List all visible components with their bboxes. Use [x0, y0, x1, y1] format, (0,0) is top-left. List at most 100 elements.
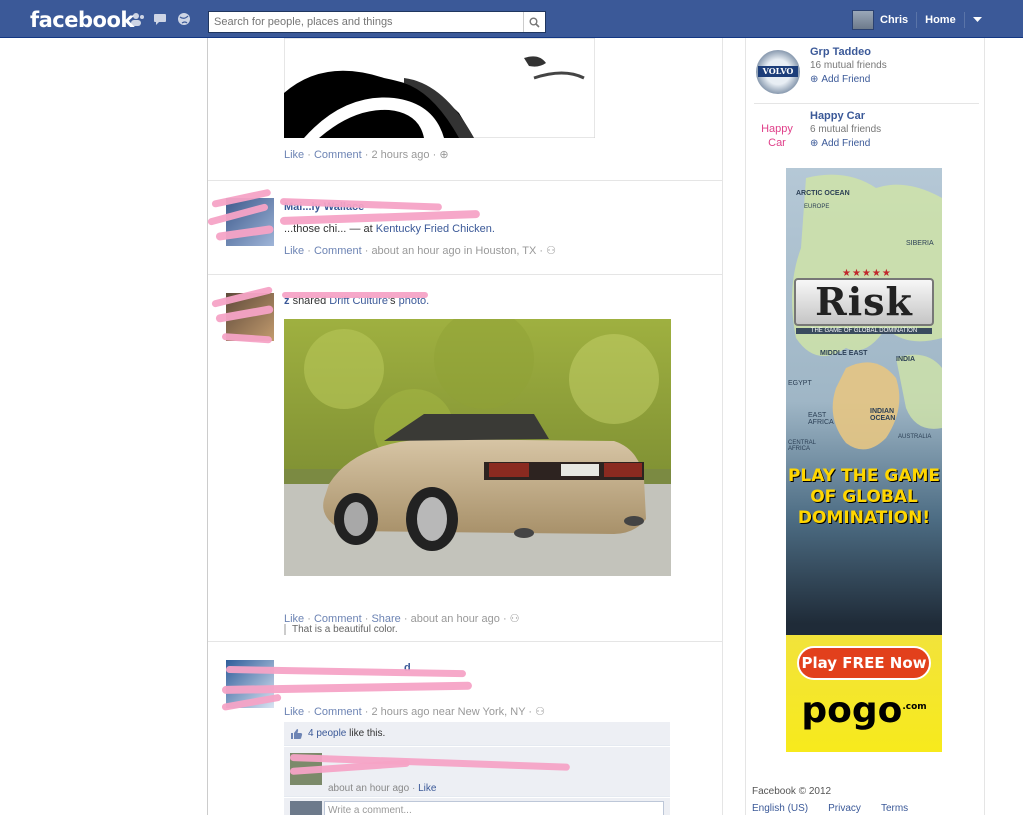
- profile-link[interactable]: Chris: [880, 14, 908, 26]
- ad-tagline: PLAY THE GAME OF GLOBAL DOMINATION!: [787, 466, 941, 528]
- account-menu-chevron-down-icon[interactable]: [972, 17, 982, 23]
- suggestion-logo[interactable]: Happy Car: [754, 114, 800, 158]
- map-label: ARCTIC OCEAN: [796, 190, 850, 197]
- add-friend-label: Add Friend: [821, 138, 871, 149]
- share-link[interactable]: Share: [371, 613, 400, 625]
- language-link[interactable]: English (US): [752, 803, 808, 814]
- redaction-scribble: [282, 292, 428, 298]
- thumbs-up-icon: [291, 728, 303, 739]
- timestamp[interactable]: 2 hours ago near New York, NY: [371, 706, 525, 718]
- user-nav: Chris Home: [852, 10, 982, 30]
- suggestion-name[interactable]: Grp Taddeo: [810, 46, 887, 58]
- likes-bar: 4 people like this.: [284, 722, 670, 746]
- map-label: CENTRAL AFRICA: [788, 440, 816, 452]
- friends-privacy-icon: ⚇: [546, 245, 557, 257]
- place-link[interactable]: Kentucky Fried Chicken.: [376, 223, 495, 235]
- timestamp[interactable]: 2 hours ago: [371, 149, 429, 161]
- search-button[interactable]: [523, 12, 545, 32]
- nav-divider: [916, 12, 918, 28]
- add-friend-label: Add Friend: [821, 74, 871, 85]
- risk-ad-banner[interactable]: ARCTIC OCEAN EUROPE SIBERIA MIDDLE EAST …: [786, 168, 942, 752]
- suggestion-info: Grp Taddeo 16 mutual friends ⊕ Add Friend: [810, 46, 887, 85]
- like-link[interactable]: Like: [284, 149, 304, 161]
- comment-link[interactable]: Comment: [314, 613, 362, 625]
- like-link[interactable]: Like: [284, 245, 304, 257]
- story-actions: Like · Comment · 2 hours ago near New Yo…: [284, 706, 545, 718]
- privacy-link[interactable]: Privacy: [828, 803, 861, 814]
- friend-suggestion: Happy Car Happy Car 6 mutual friends ⊕ Ad…: [754, 110, 979, 162]
- terms-link[interactable]: Terms: [881, 803, 908, 814]
- friends-privacy-icon: ⚇: [535, 706, 545, 718]
- comment-meta: about an hour ago · Like: [328, 783, 437, 794]
- mutual-friends[interactable]: 6 mutual friends: [810, 124, 881, 135]
- comment-like-link[interactable]: Like: [418, 783, 436, 794]
- car-photo[interactable]: [284, 319, 671, 576]
- add-friend-button[interactable]: ⊕ Add Friend: [810, 74, 887, 85]
- map-label: MIDDLE EAST: [820, 350, 868, 357]
- friend-suggestion: VOLVO Grp Taddeo 16 mutual friends ⊕ Add …: [754, 46, 979, 104]
- map-label: SIBERIA: [906, 240, 934, 247]
- story-photo[interactable]: [284, 38, 595, 138]
- avatar[interactable]: [852, 10, 874, 30]
- feed-story: d Like · Comment · 2 hours ago near New …: [208, 642, 722, 815]
- avatar: [290, 801, 322, 815]
- facebook-logo[interactable]: facebook: [30, 8, 134, 32]
- mutual-friends[interactable]: 16 mutual friends: [810, 60, 887, 71]
- search-input[interactable]: [209, 12, 519, 32]
- like-link[interactable]: Like: [284, 613, 304, 625]
- top-bar: facebook Chris Home: [0, 0, 1023, 38]
- pogo-logo-suffix: .com: [902, 702, 927, 712]
- add-friend-icon: ⊕: [810, 138, 819, 149]
- story-actions: Like · Comment · 2 hours ago · ⊕: [284, 149, 449, 161]
- comment-link[interactable]: Comment: [314, 245, 362, 257]
- logo-text: Car: [768, 137, 786, 149]
- add-friend-button[interactable]: ⊕ Add Friend: [810, 138, 881, 149]
- public-globe-icon: ⊕: [439, 149, 449, 161]
- search-box[interactable]: [208, 11, 546, 33]
- pogo-logo-text: pogo: [801, 690, 903, 731]
- suggestion-info: Happy Car 6 mutual friends ⊕ Add Friend: [810, 110, 881, 149]
- map-label: EAST AFRICA: [808, 412, 834, 426]
- likes-text: like this.: [346, 728, 386, 739]
- suggestion-logo[interactable]: VOLVO: [756, 50, 800, 94]
- story-actions: Like · Comment · Share · about an hour a…: [284, 613, 520, 625]
- friend-requests-icon[interactable]: [130, 12, 146, 26]
- home-link[interactable]: Home: [925, 14, 956, 26]
- footer: Facebook © 2012 English (US) Privacy Ter…: [752, 786, 908, 814]
- footer-links: English (US) Privacy Terms: [752, 803, 908, 814]
- right-sidebar: VOLVO Grp Taddeo 16 mutual friends ⊕ Add …: [745, 38, 985, 815]
- comment-composer: Write a comment...: [284, 798, 670, 815]
- volvo-logo-text: VOLVO: [758, 66, 798, 77]
- search-icon: [529, 17, 540, 28]
- caption-text: That is a beautiful color.: [292, 624, 398, 635]
- risk-logo: Risk: [794, 278, 934, 326]
- comment-input[interactable]: Write a comment...: [324, 801, 664, 815]
- friends-privacy-icon: ⚇: [509, 613, 520, 625]
- notifications-globe-icon[interactable]: [176, 12, 192, 26]
- timestamp[interactable]: about an hour ago in Houston, TX: [371, 245, 536, 257]
- comment-timestamp[interactable]: about an hour ago: [328, 783, 409, 794]
- status-text: ...those chi...: [284, 223, 347, 235]
- map-label: AUSTRALIA: [898, 434, 932, 440]
- messages-icon[interactable]: [153, 12, 169, 26]
- map-label: INDIA: [896, 356, 916, 363]
- ad-subtitle: THE GAME OF GLOBAL DOMINATION: [796, 328, 932, 334]
- story-text: ...those chi... — at Kentucky Fried Chic…: [284, 223, 495, 235]
- play-free-now-button[interactable]: Play FREE Now: [797, 646, 931, 680]
- feed-story: z shared Drift Culture's photo. That is …: [208, 275, 722, 642]
- likers-link[interactable]: 4 people: [308, 728, 346, 739]
- like-link[interactable]: Like: [284, 706, 304, 718]
- pogo-logo: pogo.com: [786, 690, 942, 731]
- copyright: Facebook © 2012: [752, 786, 832, 797]
- comment: about an hour ago · Like: [284, 747, 670, 797]
- logo-text: Happy: [761, 123, 793, 135]
- at-text: — at: [349, 223, 373, 235]
- feed-story: Mai...ly Wallace ...those chi... — at Ke…: [207, 181, 722, 275]
- comment-link[interactable]: Comment: [314, 706, 362, 718]
- feed-story: Like · Comment · 2 hours ago · ⊕: [208, 38, 722, 181]
- comment-link[interactable]: Comment: [314, 149, 362, 161]
- timestamp[interactable]: about an hour ago: [411, 613, 500, 625]
- nav-divider: [963, 12, 965, 28]
- map-label: EUROPE: [804, 204, 830, 210]
- suggestion-name[interactable]: Happy Car: [810, 110, 881, 122]
